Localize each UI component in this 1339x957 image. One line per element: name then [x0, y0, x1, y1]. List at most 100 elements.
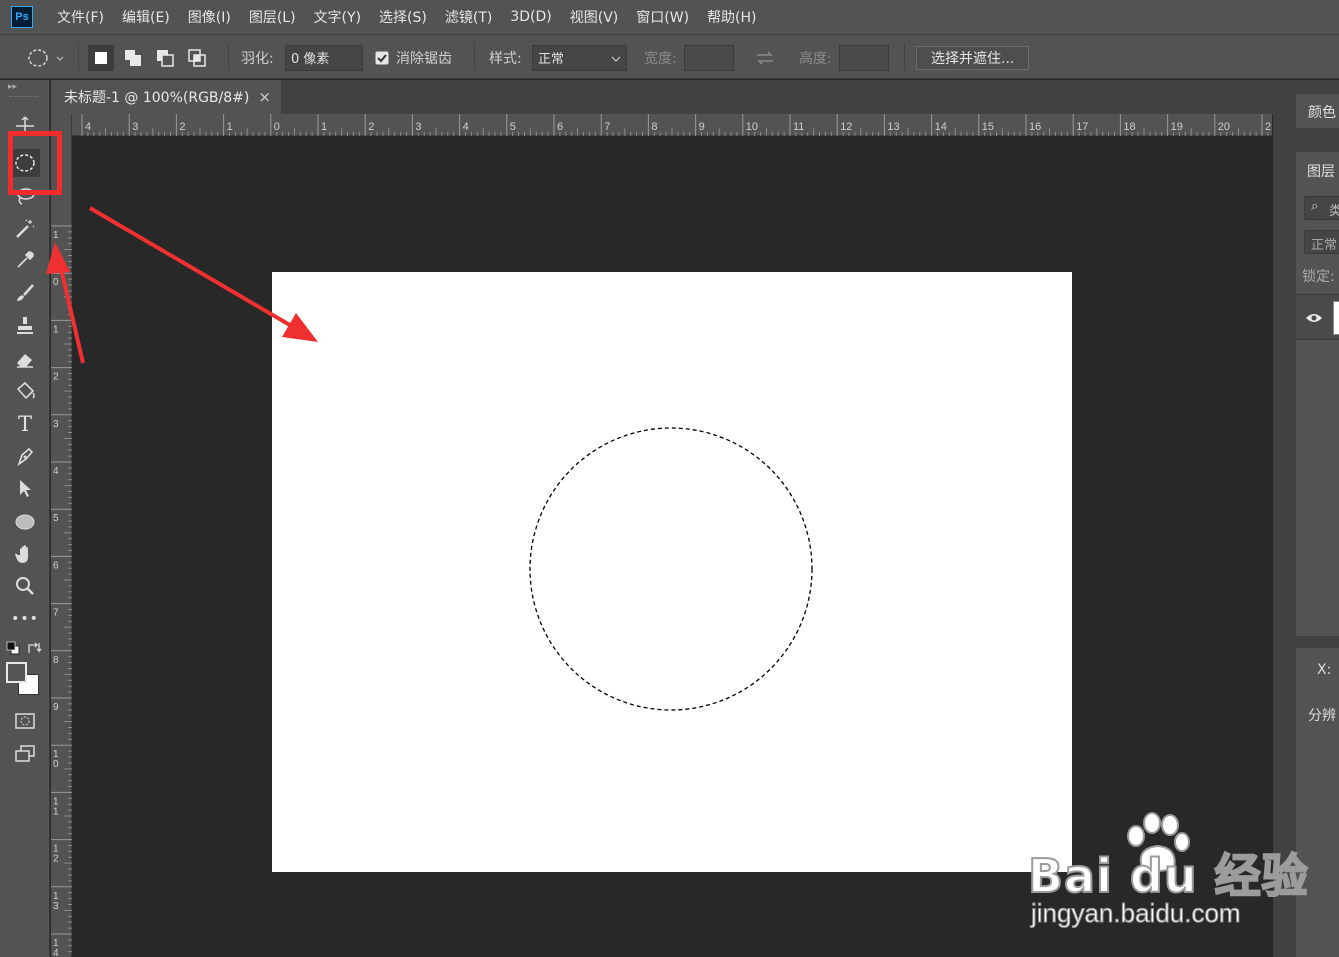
- width-label: 宽度:: [644, 50, 677, 67]
- pen-tool-icon[interactable]: [10, 442, 40, 470]
- ruler-label: 0: [53, 277, 59, 288]
- ruler-label: 14: [935, 121, 947, 133]
- horizontal-ruler[interactable]: 4 3 2 1 0 1 2 3 4 5 6 7 8 9 10 11 12 13 14 15 16 17 18 19 20 2: [72, 114, 1304, 136]
- eraser-tool-icon[interactable]: [10, 345, 40, 373]
- menu-help[interactable]: 帮助(H): [707, 7, 756, 27]
- document-tab-title: 未标题-1 @ 100%(RGB/8#): [64, 90, 250, 106]
- ruler-label: 16: [1029, 121, 1041, 133]
- subtract-from-selection-icon[interactable]: [152, 45, 178, 71]
- layers-panel: 图层 ⌕ 类 正常 锁定:: [1296, 152, 1339, 636]
- eyedropper-tool-icon[interactable]: [10, 246, 40, 274]
- ruler-label: 2: [179, 121, 185, 133]
- menu-bar: Ps 文件(F) 编辑(E) 图像(I) 图层(L) 文字(Y) 选择(S) 滤…: [0, 0, 1339, 34]
- height-input[interactable]: [839, 44, 889, 71]
- menu-edit[interactable]: 编辑(E): [122, 7, 170, 27]
- ruler-label: 15: [982, 121, 994, 133]
- type-tool-glyph: T: [17, 412, 32, 436]
- layer-filter-search[interactable]: ⌕ 类: [1304, 196, 1339, 220]
- menu-layer[interactable]: 图层(L): [249, 7, 296, 27]
- selection-mode-group: [88, 35, 210, 80]
- ruler-label: 6: [53, 560, 59, 571]
- ruler-label: 3: [415, 121, 421, 133]
- clone-stamp-tool-icon[interactable]: [10, 311, 40, 339]
- magic-wand-tool-icon[interactable]: [10, 215, 40, 243]
- document-canvas[interactable]: [272, 272, 1072, 872]
- tool-preset-picker[interactable]: [24, 35, 64, 80]
- menu-select[interactable]: 选择(S): [379, 7, 427, 27]
- ruler-label: 9: [699, 121, 705, 133]
- ruler-label: 4: [463, 121, 469, 133]
- ruler-label: 5: [53, 513, 59, 524]
- type-tool-icon[interactable]: T: [10, 410, 40, 438]
- quick-mask-icon[interactable]: [10, 707, 40, 735]
- menu-file[interactable]: 文件(F): [57, 7, 104, 27]
- antialias-checkbox[interactable]: [375, 51, 389, 65]
- toolbar-grip[interactable]: [10, 96, 38, 99]
- layer-row-background[interactable]: [1296, 294, 1339, 340]
- menu-view[interactable]: 视图(V): [570, 7, 619, 27]
- paint-bucket-tool-icon[interactable]: [10, 377, 40, 405]
- new-selection-icon[interactable]: [88, 44, 114, 71]
- ruler-label: 10: [746, 121, 758, 133]
- color-swatches[interactable]: [6, 662, 40, 696]
- menu-type[interactable]: 文字(Y): [314, 7, 361, 27]
- menu-3d[interactable]: 3D(D): [510, 9, 551, 25]
- ruler-label: 19: [1171, 121, 1183, 133]
- ruler-label: 1: [227, 121, 233, 133]
- ruler-label: 11: [793, 121, 804, 133]
- vertical-ruler-ticks: 101234567891011121314: [51, 225, 72, 957]
- ruler-label: 2: [53, 372, 59, 383]
- watermark-url: jingyan.baidu.com: [1031, 898, 1242, 929]
- default-colors-icon[interactable]: [6, 641, 20, 655]
- vertical-ruler[interactable]: 101234567891011121314: [51, 114, 72, 957]
- document-tab[interactable]: 未标题-1 @ 100%(RGB/8#) ×: [51, 80, 281, 114]
- search-icon: ⌕: [1311, 199, 1319, 214]
- path-selection-tool-icon[interactable]: [10, 474, 40, 502]
- layers-tab-label[interactable]: 图层: [1307, 161, 1335, 181]
- ruler-label: 3: [53, 901, 59, 912]
- more-tools-icon[interactable]: •••: [10, 605, 40, 633]
- foreground-color-swatch[interactable]: [6, 662, 27, 683]
- elliptical-selection-marquee[interactable]: [272, 272, 1072, 872]
- ruler-label: 1: [53, 806, 59, 817]
- blend-mode-select[interactable]: 正常: [1304, 230, 1339, 254]
- ruler-label: 3: [132, 121, 138, 133]
- hand-tool-icon[interactable]: [10, 540, 40, 568]
- chevron-down-icon: [611, 56, 621, 62]
- swap-width-height-icon[interactable]: [755, 50, 775, 66]
- ruler-label: 2: [368, 121, 374, 133]
- options-bar: 羽化: 0 像素 消除锯齿 样式: 正常 宽度: 高度: 选择并遮住...: [0, 34, 1339, 79]
- feather-label: 羽化:: [241, 50, 274, 67]
- ruler-label: 4: [53, 948, 59, 957]
- ruler-label: 7: [53, 608, 59, 619]
- ruler-label: 13: [887, 121, 899, 133]
- select-and-mask-button[interactable]: 选择并遮住...: [916, 45, 1030, 70]
- menu-filter[interactable]: 滤镜(T): [445, 7, 492, 27]
- screen-mode-icon[interactable]: [10, 740, 40, 768]
- layer-thumbnail: [1333, 301, 1339, 335]
- style-label: 样式:: [489, 50, 522, 67]
- close-tab-icon[interactable]: ×: [258, 88, 271, 106]
- ruler-label: 12: [840, 121, 852, 133]
- ruler-label: 17: [1076, 121, 1088, 133]
- info-x-label: X:: [1317, 662, 1332, 678]
- zoom-tool-icon[interactable]: [10, 572, 40, 600]
- color-panel-tab[interactable]: 颜色: [1296, 94, 1339, 128]
- antialias-label: 消除锯齿: [396, 50, 452, 67]
- collapse-toolbar-icon[interactable]: ▸▸: [8, 82, 17, 92]
- feather-input[interactable]: 0 像素: [285, 44, 363, 71]
- menu-image[interactable]: 图像(I): [188, 7, 231, 27]
- ruler-label: 1: [321, 121, 327, 133]
- intersect-selection-icon[interactable]: [184, 45, 210, 71]
- document-tab-bar: 未标题-1 @ 100%(RGB/8#) ×: [51, 80, 1294, 114]
- ellipse-tool-icon[interactable]: [10, 507, 40, 535]
- width-input[interactable]: [684, 44, 734, 71]
- style-select[interactable]: 正常: [532, 44, 627, 71]
- add-to-selection-icon[interactable]: [120, 45, 146, 71]
- photoshop-logo[interactable]: Ps: [11, 6, 33, 28]
- eye-icon[interactable]: [1305, 312, 1323, 324]
- menu-window[interactable]: 窗口(W): [636, 7, 689, 27]
- brush-tool-icon[interactable]: [10, 279, 40, 307]
- swap-colors-icon[interactable]: [26, 640, 42, 656]
- ruler-label: 18: [1123, 121, 1135, 133]
